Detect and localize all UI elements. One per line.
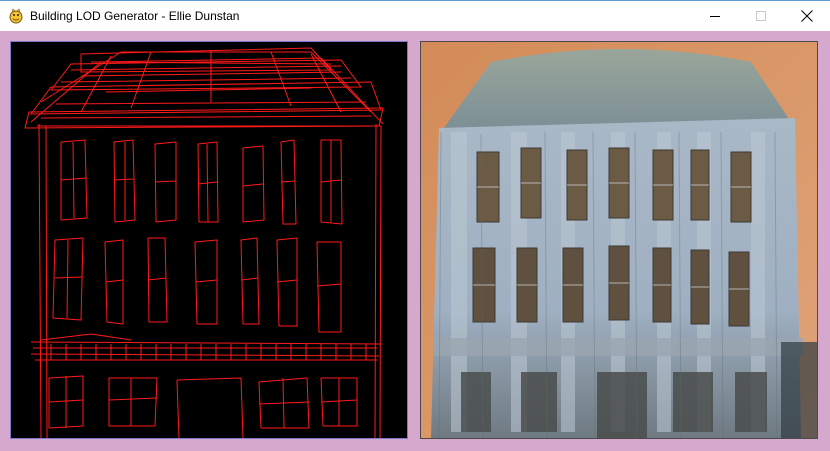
maximize-button[interactable] <box>738 1 784 31</box>
maximize-icon <box>756 11 766 21</box>
sketch-canvas[interactable] <box>10 41 408 439</box>
generated-building-render <box>421 42 817 438</box>
generated-image <box>420 41 818 439</box>
sketch-drawing <box>24 47 384 438</box>
minimize-button[interactable] <box>692 1 738 31</box>
pygame-snake-icon <box>8 8 24 24</box>
minimize-icon <box>710 16 720 17</box>
title-bar[interactable]: Building LOD Generator - Ellie Dunstan <box>0 0 830 31</box>
close-button[interactable] <box>784 1 830 31</box>
app-window: Building LOD Generator - Ellie Dunstan <box>0 0 830 451</box>
close-icon <box>801 10 813 22</box>
window-title: Building LOD Generator - Ellie Dunstan <box>30 9 240 23</box>
window-controls <box>692 1 830 31</box>
